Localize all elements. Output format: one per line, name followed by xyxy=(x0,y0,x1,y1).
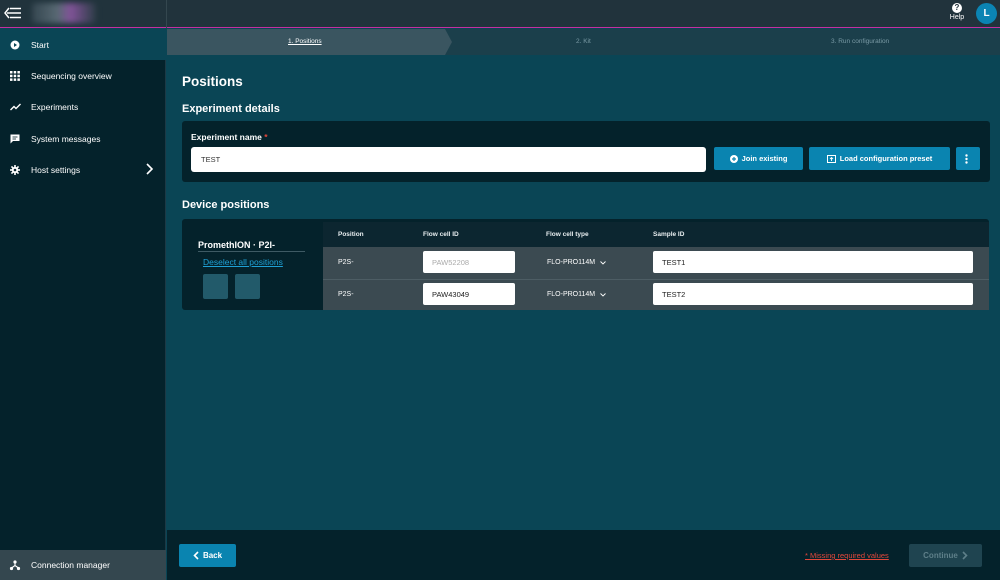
play-circle-icon xyxy=(9,39,21,51)
message-icon xyxy=(9,133,21,145)
kebab-menu-icon xyxy=(964,153,968,164)
back-button[interactable]: Back xyxy=(179,544,236,567)
divider xyxy=(198,251,305,252)
experiment-name-input[interactable] xyxy=(191,147,706,172)
flow-cell-id-input[interactable] xyxy=(423,251,515,273)
step-progress: 1. Positions 2. Kit 3. Run configuration xyxy=(167,29,1000,55)
flow-cell-type-dropdown[interactable]: FLO-PRO114M xyxy=(547,291,606,298)
continue-button[interactable]: Continue xyxy=(909,544,982,567)
menu-collapse-icon[interactable] xyxy=(4,5,22,21)
plus-circle-icon xyxy=(729,154,738,163)
position-selector[interactable] xyxy=(235,274,260,299)
join-existing-button[interactable]: Join existing xyxy=(714,147,803,170)
step-kit[interactable]: 2. Kit xyxy=(576,38,591,45)
sidebar: Start Sequencing overview Experiments Sy… xyxy=(0,29,166,580)
upload-icon xyxy=(826,154,836,163)
chevron-right-icon xyxy=(962,551,968,560)
position-cell: P2S- xyxy=(338,259,354,266)
sidebar-item-label: Experiments xyxy=(31,101,79,112)
table-row: P2S- FLO-PRO114M xyxy=(323,279,989,311)
page-title: Positions xyxy=(182,74,243,89)
column-header-sample-id: Sample ID xyxy=(653,231,685,238)
missing-required-values-link[interactable]: * Missing required values xyxy=(805,551,889,560)
grid-icon xyxy=(9,70,21,82)
step-positions[interactable]: 1. Positions xyxy=(288,38,322,45)
column-header-flow-cell-id: Flow cell ID xyxy=(423,231,459,238)
sample-id-input[interactable] xyxy=(653,251,973,273)
column-header-position: Position xyxy=(338,231,364,238)
help-icon: ? xyxy=(952,3,962,13)
connection-manager-button[interactable]: Connection manager xyxy=(0,550,166,580)
topbar-divider xyxy=(166,0,167,28)
sidebar-item-system-messages[interactable]: System messages xyxy=(0,123,166,154)
sidebar-item-label: Start xyxy=(31,39,49,50)
position-cell: P2S- xyxy=(338,291,354,298)
sidebar-item-experiments[interactable]: Experiments xyxy=(0,91,166,122)
positions-table: Position Flow cell ID Flow cell type Sam… xyxy=(323,222,989,310)
help-label: Help xyxy=(949,14,965,21)
chevron-down-icon xyxy=(600,260,606,265)
experiment-details-heading: Experiment details xyxy=(182,103,280,115)
table-header: Position Flow cell ID Flow cell type Sam… xyxy=(323,222,989,247)
table-row: P2S- FLO-PRO114M xyxy=(323,247,989,279)
help-button[interactable]: ? Help xyxy=(946,3,968,21)
flow-cell-type-dropdown[interactable]: FLO-PRO114M xyxy=(547,259,606,266)
sidebar-item-host-settings[interactable]: Host settings xyxy=(0,154,166,185)
sidebar-item-label: Host settings xyxy=(31,164,81,175)
device-name: PromethION · P2I- xyxy=(198,240,276,250)
column-header-flow-cell-type: Flow cell type xyxy=(546,231,589,238)
deselect-all-positions-link[interactable]: Deselect all positions xyxy=(203,257,283,267)
sample-id-input[interactable] xyxy=(653,283,973,305)
app-logo xyxy=(32,3,96,23)
sidebar-item-label: Sequencing overview xyxy=(31,70,112,81)
sidebar-item-label: System messages xyxy=(31,133,101,144)
chevron-left-icon xyxy=(193,551,199,560)
position-selector[interactable] xyxy=(203,274,228,299)
experiment-name-label: Experiment name * xyxy=(191,132,268,142)
gear-icon xyxy=(9,164,21,176)
step-run-configuration[interactable]: 3. Run configuration xyxy=(831,38,889,45)
user-avatar[interactable]: L xyxy=(976,3,997,24)
sidebar-item-start[interactable]: Start xyxy=(0,29,166,60)
flow-cell-id-input[interactable] xyxy=(423,283,515,305)
connection-manager-label: Connection manager xyxy=(31,560,110,570)
chevron-down-icon xyxy=(600,292,606,297)
required-asterisk: * xyxy=(264,132,268,142)
network-icon xyxy=(9,559,21,571)
more-options-button[interactable] xyxy=(956,147,980,170)
sidebar-item-sequencing-overview[interactable]: Sequencing overview xyxy=(0,60,166,91)
trend-line-icon xyxy=(9,101,21,113)
load-configuration-preset-button[interactable]: Load configuration preset xyxy=(809,147,950,170)
top-bar: ? Help L xyxy=(0,0,1000,28)
chevron-right-icon xyxy=(144,162,154,176)
device-positions-heading: Device positions xyxy=(182,199,270,211)
